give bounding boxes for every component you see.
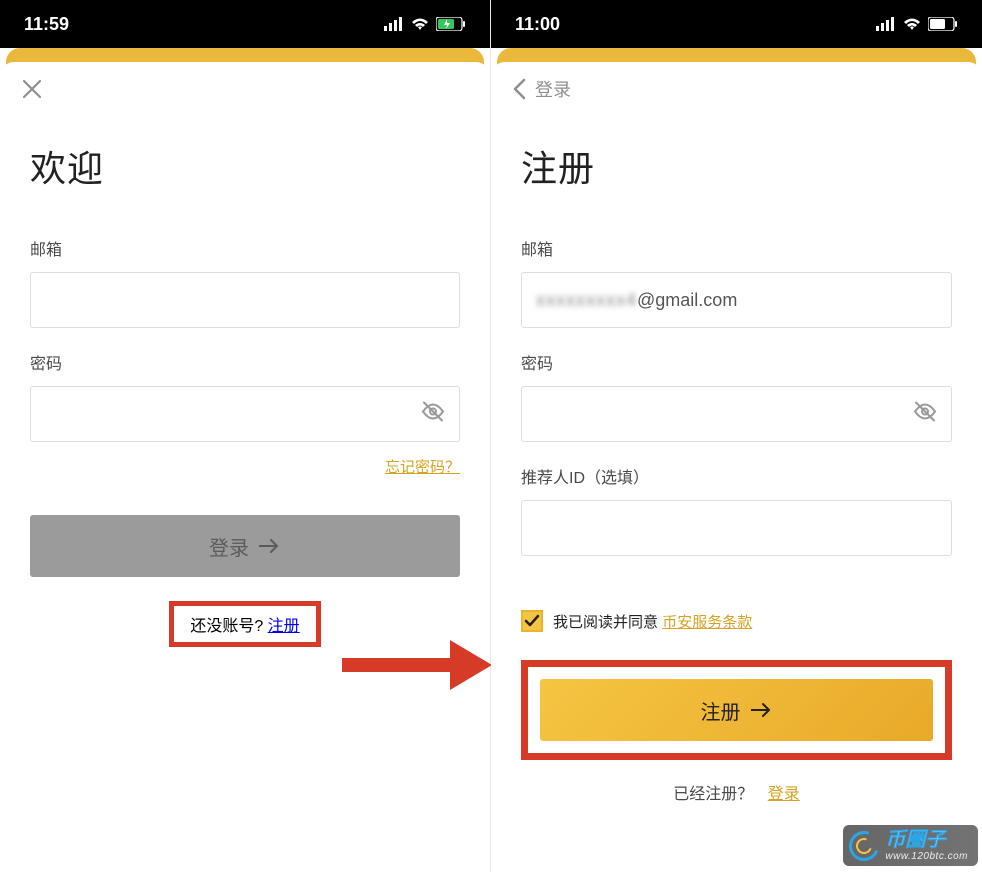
highlight-box: 还没账号? 注册 (169, 601, 320, 647)
signal-icon (876, 17, 896, 31)
page-title: 注册 (521, 140, 952, 192)
status-indicators (384, 17, 466, 31)
no-account-row: 还没账号? 注册 (30, 601, 460, 647)
sheet: 登录 注册 邮箱 xxxxxxxxx4 @gmail.com 密码 推荐人ID（… (491, 62, 982, 872)
topbar-title[interactable]: 登录 (535, 76, 571, 102)
eye-off-icon[interactable] (421, 400, 445, 429)
status-bar: 11:00 (491, 0, 982, 48)
watermark-zh: 币圈子 (885, 829, 968, 851)
topbar (0, 62, 490, 116)
close-icon[interactable] (18, 75, 46, 103)
watermark: 币圈子 www.120btc.com (843, 825, 978, 866)
email-field[interactable]: xxxxxxxxx4 @gmail.com (521, 272, 952, 328)
email-value-redacted: xxxxxxxxx4 (536, 290, 637, 311)
password-label: 密码 (521, 350, 952, 374)
arrow-right-icon (751, 702, 773, 718)
password-input[interactable] (45, 404, 445, 425)
page-title: 欢迎 (30, 140, 460, 192)
email-suffix: @gmail.com (637, 290, 737, 311)
email-input[interactable] (45, 290, 445, 311)
wifi-icon (902, 17, 922, 31)
referrer-input[interactable] (536, 518, 937, 539)
password-input[interactable] (536, 404, 937, 425)
already-text: 已经注册？ (673, 786, 753, 803)
screen-login: 11:59 欢迎 邮箱 密码 (0, 0, 491, 872)
email-label: 邮箱 (30, 236, 460, 260)
battery-icon (928, 17, 958, 31)
email-label: 邮箱 (521, 236, 952, 260)
status-time: 11:00 (515, 14, 560, 35)
login-link[interactable]: 登录 (768, 786, 800, 803)
agree-checkbox[interactable] (521, 610, 543, 632)
battery-charging-icon (436, 17, 466, 31)
watermark-logo-icon (844, 826, 884, 866)
login-button-label: 登录 (209, 532, 249, 561)
wifi-icon (410, 17, 430, 31)
register-button-label: 注册 (701, 696, 741, 725)
agree-row: 我已阅读并同意 币安服务条款 (521, 610, 952, 632)
login-button[interactable]: 登录 (30, 515, 460, 577)
screen-register: 11:00 登录 注册 邮箱 xxxxxxxxx4 @gmail.com (491, 0, 982, 872)
terms-link[interactable]: 币安服务条款 (662, 614, 752, 631)
password-field[interactable] (30, 386, 460, 442)
forgot-password-link[interactable]: 忘记密码？ (385, 459, 460, 476)
already-registered-row: 已经注册？ 登录 (521, 780, 952, 804)
register-button[interactable]: 注册 (540, 679, 933, 741)
watermark-en: www.120btc.com (885, 851, 968, 862)
highlight-box: 注册 (521, 660, 952, 760)
register-link[interactable]: 注册 (268, 618, 300, 635)
status-indicators (876, 17, 958, 31)
referrer-field[interactable] (521, 500, 952, 556)
referrer-label: 推荐人ID（选填） (521, 464, 952, 488)
arrow-right-icon (259, 538, 281, 554)
chevron-left-icon[interactable] (509, 75, 529, 103)
status-bar: 11:59 (0, 0, 490, 48)
forgot-password-row: 忘记密码？ (30, 456, 460, 477)
password-field[interactable] (521, 386, 952, 442)
password-label: 密码 (30, 350, 460, 374)
topbar: 登录 (491, 62, 982, 116)
no-account-text: 还没账号? (190, 618, 263, 635)
sheet: 欢迎 邮箱 密码 忘记密码？ 登录 (0, 62, 490, 872)
signal-icon (384, 17, 404, 31)
status-time: 11:59 (24, 14, 69, 35)
eye-off-icon[interactable] (913, 400, 937, 429)
email-field[interactable] (30, 272, 460, 328)
agree-text: 我已阅读并同意 (553, 614, 658, 631)
